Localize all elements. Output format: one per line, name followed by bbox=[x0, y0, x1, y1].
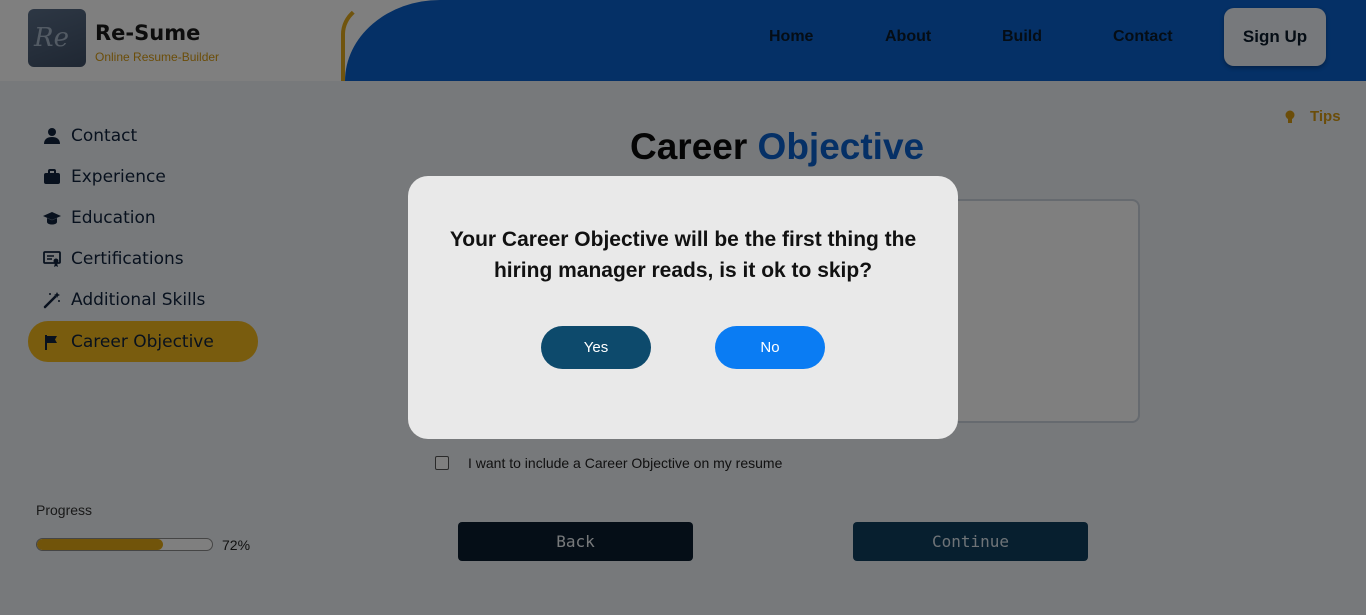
skip-confirm-dialog: Your Career Objective will be the first … bbox=[408, 176, 958, 439]
yes-button[interactable]: Yes bbox=[541, 326, 651, 369]
no-button[interactable]: No bbox=[715, 326, 825, 369]
dialog-message: Your Career Objective will be the first … bbox=[408, 224, 958, 286]
dialog-message-line2: hiring manager reads, is it ok to skip? bbox=[493, 259, 873, 282]
dialog-message-line1: Your Career Objective will be the first … bbox=[449, 228, 917, 251]
